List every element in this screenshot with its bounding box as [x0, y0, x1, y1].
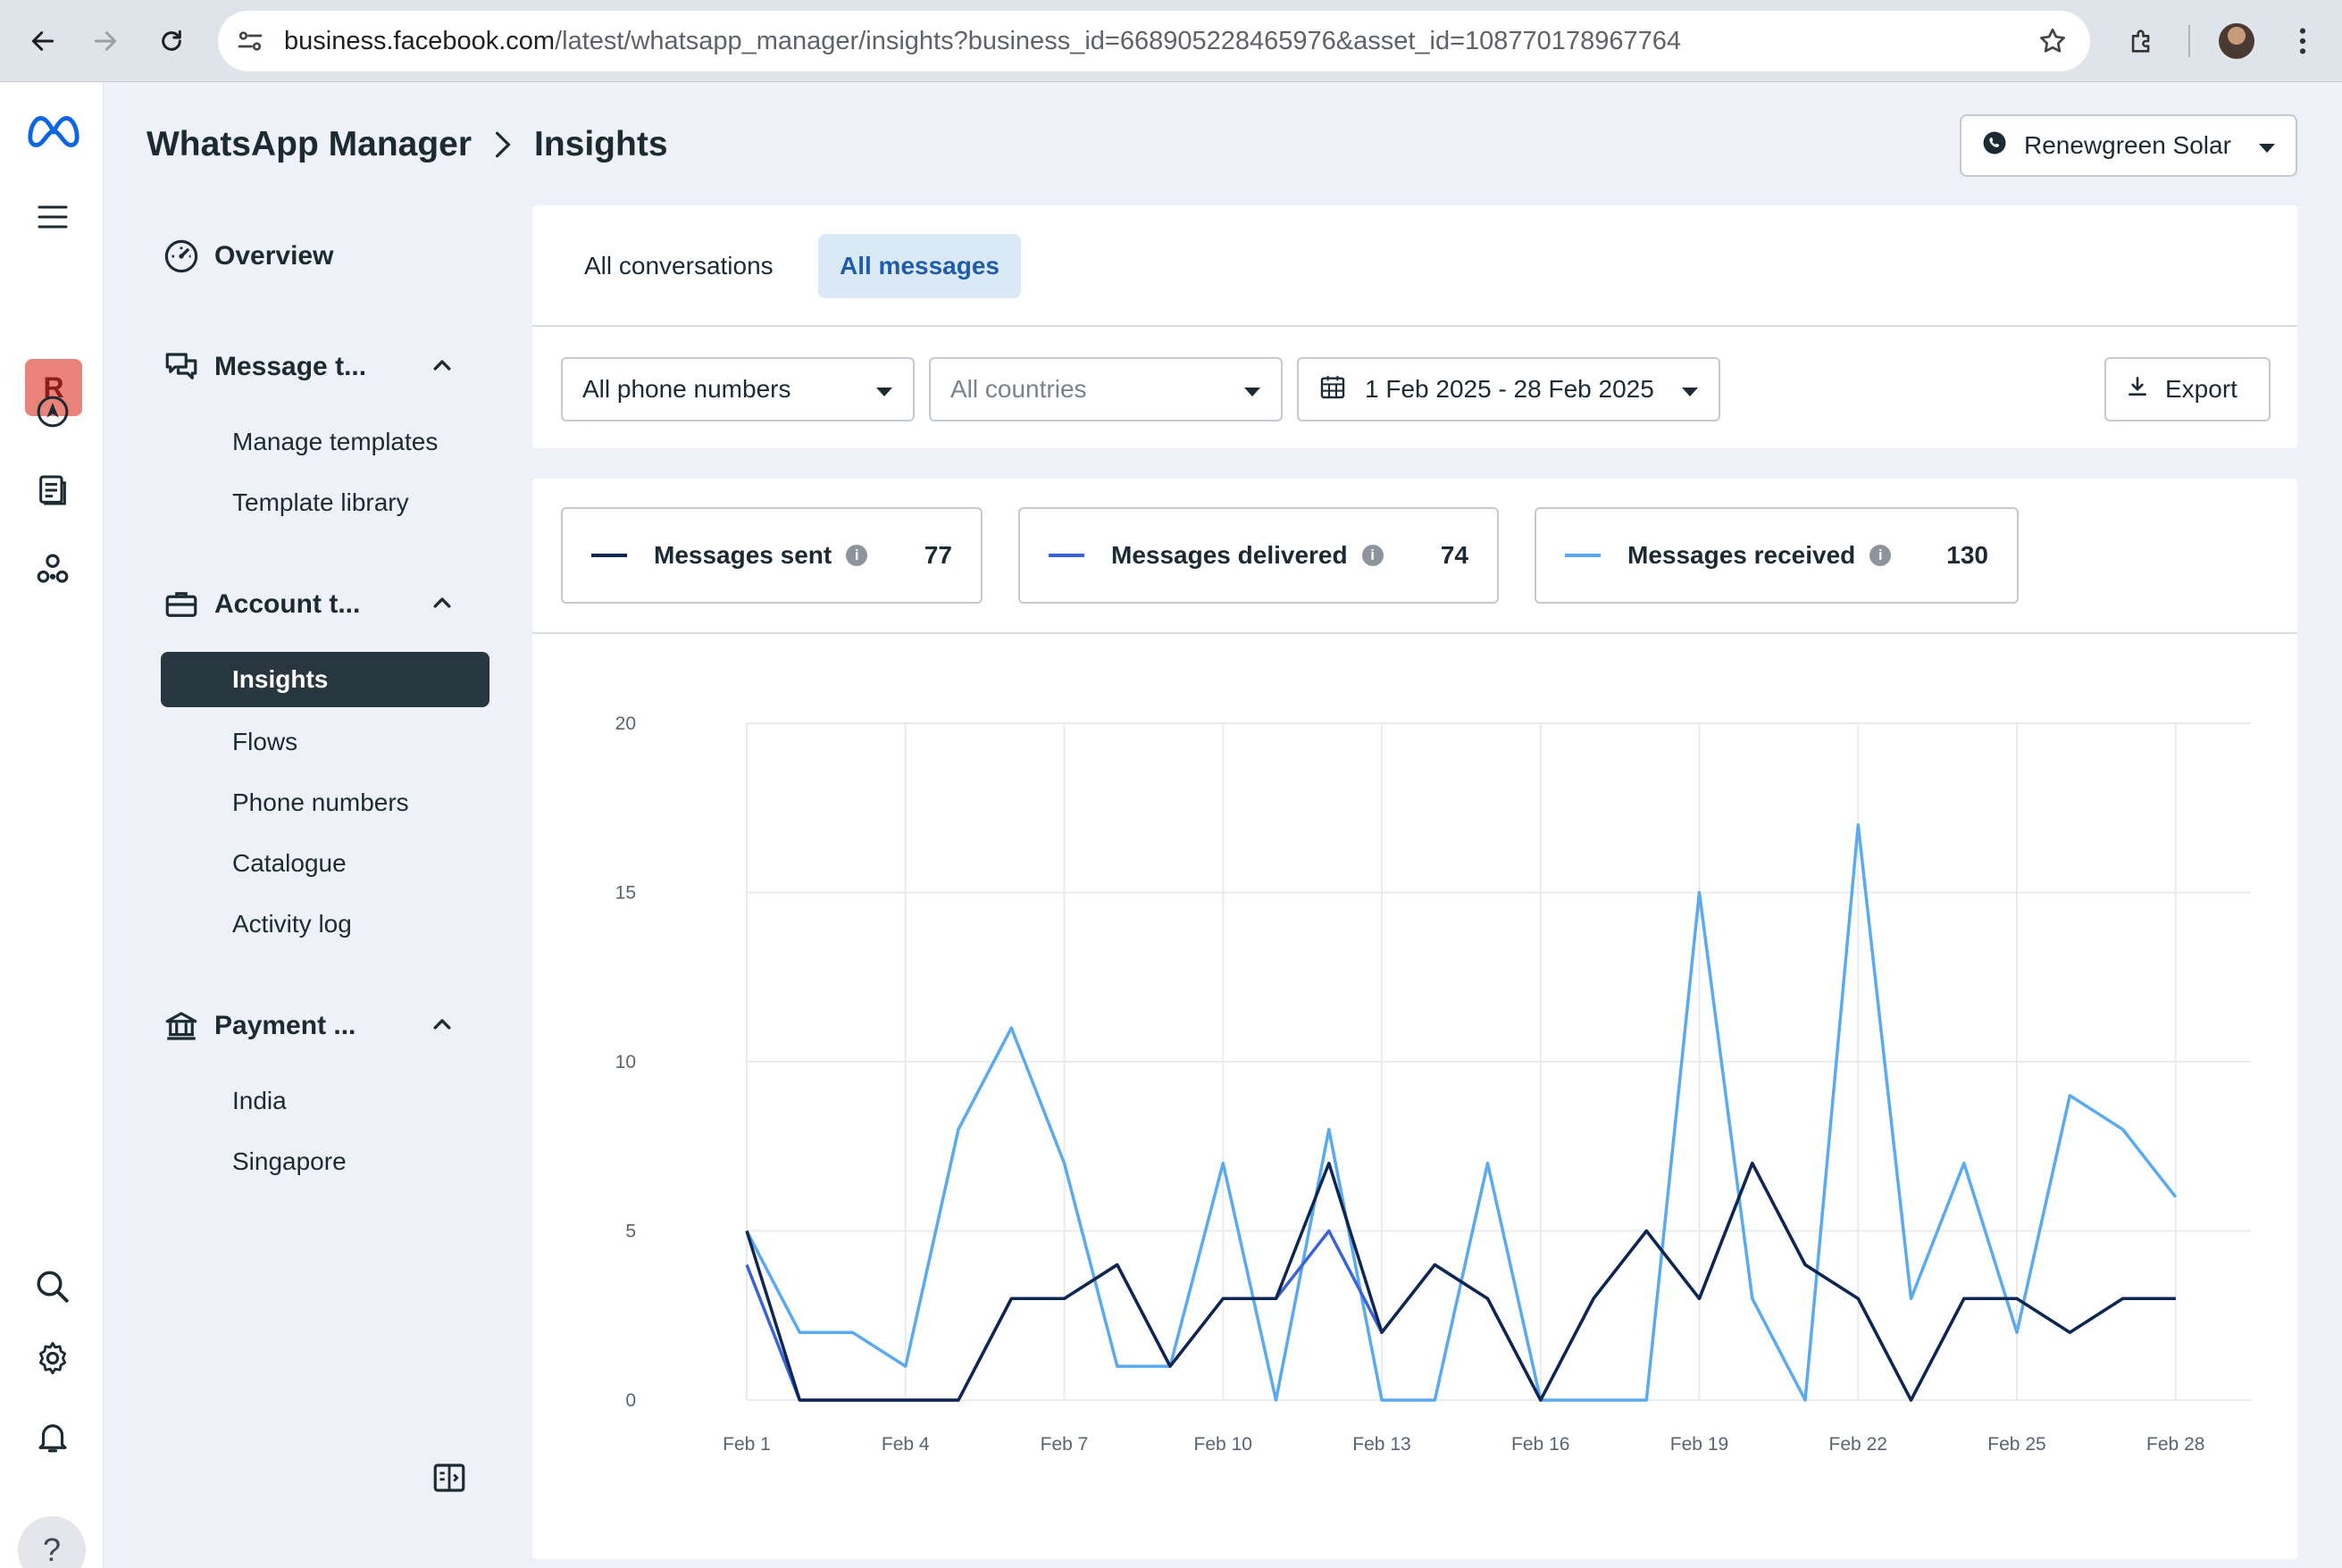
metric-messages-received[interactable]: Messages received i 130 [1535, 507, 2019, 604]
whatsapp-icon [1981, 129, 2008, 163]
breadcrumb-chevron-icon [493, 130, 513, 163]
business-account-selector[interactable]: Renewgreen Solar [1960, 114, 2297, 177]
sidebar-group-label: Account t... [214, 589, 361, 619]
extensions-icon[interactable] [2120, 20, 2163, 63]
app-title[interactable]: WhatsApp Manager [146, 121, 472, 168]
bookmark-star-icon[interactable] [2037, 25, 2069, 62]
tabs-divider [532, 325, 2297, 327]
sidebar-group-label: Message t... [214, 352, 367, 381]
sidebar-item-label: Template library [232, 488, 409, 516]
info-icon[interactable]: i [846, 545, 868, 566]
url-text: business.facebook.com/latest/whatsapp_ma… [284, 11, 1681, 71]
metrics-divider [532, 632, 2297, 634]
info-icon[interactable]: i [1869, 545, 1892, 566]
metric-messages-delivered[interactable]: Messages delivered i 74 [1018, 507, 1499, 604]
back-arrow-icon[interactable] [21, 20, 64, 63]
reload-icon[interactable] [150, 20, 193, 63]
people-network-icon[interactable] [30, 546, 75, 591]
chat-bubbles-icon [161, 346, 202, 388]
settings-gear-icon[interactable] [30, 1336, 75, 1380]
sidebar-item-catalogue[interactable]: Catalogue [161, 836, 489, 891]
download-icon [2126, 375, 2149, 405]
export-button[interactable]: Export [2104, 357, 2271, 421]
hamburger-menu-icon[interactable] [30, 195, 75, 239]
app-rail: R ? [0, 82, 104, 1568]
sidebar-item-flows[interactable]: Flows [161, 714, 489, 770]
sidebar-item-insights[interactable]: Insights [161, 652, 489, 707]
metric-label: Messages delivered [1111, 541, 1348, 569]
info-icon[interactable]: i [1361, 545, 1384, 566]
sidebar-group-account-tools[interactable]: Account t... [161, 577, 489, 632]
dashboard-gauge-icon [161, 236, 202, 277]
sidebar-overview[interactable]: Overview [161, 229, 489, 284]
caret-down-icon [2258, 131, 2276, 160]
address-bar[interactable]: business.facebook.com/latest/whatsapp_ma… [218, 11, 2090, 71]
insights-chart-card [532, 479, 2297, 1559]
tab-all-messages[interactable]: All messages [818, 234, 1021, 298]
briefcase-icon [161, 584, 202, 625]
url-host: business.facebook.com [284, 27, 556, 55]
sidebar-item-template-library[interactable]: Template library [161, 475, 489, 530]
sidebar-item-label: Phone numbers [232, 788, 409, 816]
chevron-up-icon[interactable] [431, 591, 454, 621]
collapse-sidebar-icon[interactable] [431, 1459, 468, 1501]
site-settings-icon[interactable] [234, 25, 266, 62]
caret-down-icon [875, 375, 893, 404]
metric-label: Messages received [1627, 541, 1856, 569]
sidebar-item-label: India [232, 1087, 287, 1114]
export-label: Export [2165, 375, 2237, 403]
phone-number-dropdown-value: All phone numbers [582, 375, 791, 403]
sidebar-item-label: Flows [232, 728, 298, 755]
browser-toolbar: business.facebook.com/latest/whatsapp_ma… [0, 0, 2342, 82]
date-range-value: 1 Feb 2025 - 28 Feb 2025 [1365, 375, 1654, 403]
metric-value: 77 [924, 541, 952, 569]
sidebar-item-label: Activity log [232, 910, 352, 938]
metric-value: 74 [1440, 541, 1468, 569]
chevron-up-icon[interactable] [431, 354, 454, 384]
bank-icon [161, 1005, 202, 1047]
browser-menu-icon[interactable] [2281, 20, 2324, 63]
profile-avatar[interactable] [2219, 23, 2254, 59]
page-title: Insights [534, 125, 668, 163]
caret-down-icon [1681, 375, 1699, 404]
sidebar-item-label: Manage templates [232, 428, 439, 455]
countries-dropdown-value: All countries [950, 375, 1087, 403]
sidebar-item-activity-log[interactable]: Activity log [161, 897, 489, 952]
url-path: /latest/whatsapp_manager/insights?busine… [555, 27, 1681, 55]
sidebar-item-singapore[interactable]: Singapore [161, 1134, 489, 1189]
sidebar-group-label: Payment ... [214, 1011, 356, 1040]
countries-dropdown[interactable]: All countries [929, 357, 1283, 421]
phone-number-dropdown[interactable]: All phone numbers [561, 357, 915, 421]
series-swatch [1049, 554, 1084, 557]
toolbar-separator [2188, 25, 2190, 57]
sidebar-item-label: Catalogue [232, 849, 347, 877]
series-swatch [591, 554, 627, 557]
search-icon[interactable] [30, 1264, 75, 1309]
chevron-up-icon[interactable] [431, 1013, 454, 1043]
metric-value: 130 [1946, 541, 1988, 569]
caret-down-icon [1243, 375, 1261, 404]
navigation-compass-icon[interactable] [30, 389, 75, 434]
sidebar-item-india[interactable]: India [161, 1073, 489, 1129]
forward-arrow-icon[interactable] [84, 20, 127, 63]
help-icon[interactable]: ? [18, 1516, 86, 1568]
sidebar-group-message-templates[interactable]: Message t... [161, 339, 489, 395]
sidebar-item-label: Singapore [232, 1147, 347, 1175]
calendar-icon [1318, 372, 1347, 407]
meta-logo-icon[interactable] [25, 102, 82, 159]
sidebar-item-manage-templates[interactable]: Manage templates [161, 414, 489, 470]
business-name: Renewgreen Solar [2024, 131, 2231, 159]
tab-all-conversations[interactable]: All conversations [563, 234, 795, 298]
metric-messages-sent[interactable]: Messages sent i 77 [561, 507, 983, 604]
pages-icon[interactable] [30, 468, 75, 513]
notifications-bell-icon[interactable] [30, 1414, 75, 1459]
sidebar-item-label: Insights [232, 665, 329, 693]
series-swatch [1565, 554, 1601, 557]
sidebar-overview-label: Overview [214, 241, 334, 271]
sidebar-item-phone-numbers[interactable]: Phone numbers [161, 775, 489, 830]
sidebar-group-payment[interactable]: Payment ... [161, 998, 489, 1054]
date-range-picker[interactable]: 1 Feb 2025 - 28 Feb 2025 [1297, 357, 1720, 421]
metric-label: Messages sent [654, 541, 832, 569]
